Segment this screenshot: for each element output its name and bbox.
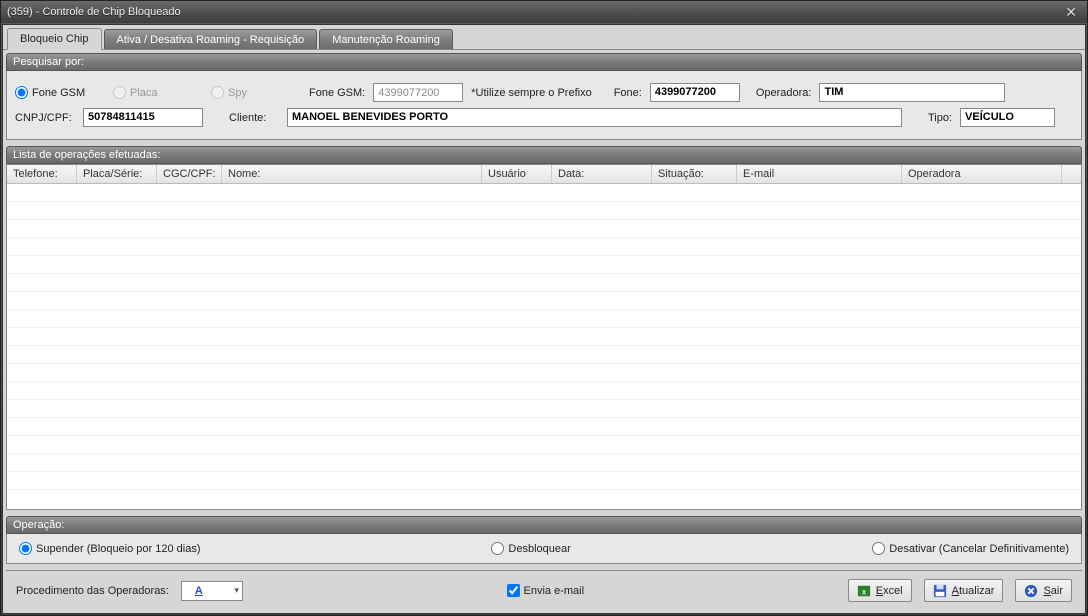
- input-fone-gsm[interactable]: [373, 83, 463, 102]
- excel-icon: X: [857, 584, 871, 598]
- table-body: [7, 184, 1081, 509]
- column-header[interactable]: Situação:: [652, 165, 737, 183]
- table-row: [7, 382, 1081, 400]
- field-tipo: VEÍCULO: [960, 108, 1055, 127]
- table-row: [7, 346, 1081, 364]
- table-row: [7, 328, 1081, 346]
- field-cnpj: 50784811415: [83, 108, 203, 127]
- radio-fone-gsm[interactable]: Fone GSM: [15, 86, 105, 99]
- radio-label: Supender (Bloqueio por 120 dias): [36, 543, 201, 555]
- radio-spy: Spy: [211, 86, 301, 99]
- table-row: [7, 202, 1081, 220]
- sair-button[interactable]: Sair: [1015, 579, 1072, 602]
- operations-table: Telefone:Placa/Série:CGC/CPF:Nome:Usuári…: [6, 164, 1082, 510]
- table-row: [7, 364, 1081, 382]
- dropdown-value: A: [195, 585, 203, 597]
- table-header: Telefone:Placa/Série:CGC/CPF:Nome:Usuári…: [7, 165, 1081, 184]
- label-operadora: Operadora:: [756, 87, 812, 99]
- button-label: Atualizar: [952, 585, 995, 597]
- table-row: [7, 238, 1081, 256]
- column-header[interactable]: Usuário: [482, 165, 552, 183]
- label-cnpj: CNPJ/CPF:: [15, 112, 75, 124]
- table-row: [7, 220, 1081, 238]
- column-header[interactable]: Nome:: [222, 165, 482, 183]
- column-header[interactable]: Telefone:: [7, 165, 77, 183]
- table-row: [7, 256, 1081, 274]
- table-row: [7, 400, 1081, 418]
- field-cliente: MANOEL BENEVIDES PORTO: [287, 108, 902, 127]
- table-row: [7, 274, 1081, 292]
- checkbox-label: Envia e-mail: [524, 585, 585, 597]
- button-label: EExcelxcel: [876, 585, 903, 597]
- search-panel: Fone GSM Placa Spy Fone GSM: *Utilize se…: [6, 71, 1082, 140]
- column-header[interactable]: Operadora: [902, 165, 1062, 183]
- field-fone: 4399077200: [650, 83, 740, 102]
- table-row: [7, 418, 1081, 436]
- operation-panel: Supender (Bloqueio por 120 dias) Desbloq…: [6, 534, 1082, 564]
- radio-label: Desativar (Cancelar Definitivamente): [889, 543, 1069, 555]
- tab-roaming-requisicao[interactable]: Ativa / Desativa Roaming - Requisição: [104, 29, 318, 49]
- window-title: (359) - Controle de Chip Bloqueado: [7, 6, 1061, 18]
- titlebar: (359) - Controle de Chip Bloqueado ✕: [1, 1, 1087, 23]
- radio-suspender[interactable]: Supender (Bloqueio por 120 dias): [19, 542, 201, 555]
- footer: Procedimento das Operadoras: A ▾ Envia e…: [6, 570, 1082, 610]
- radio-label: Placa: [130, 87, 158, 99]
- radio-placa: Placa: [113, 86, 203, 99]
- list-header: Lista de operações efetuadas:: [6, 146, 1082, 164]
- save-icon: [933, 584, 947, 598]
- label-fone-gsm: Fone GSM:: [309, 87, 365, 99]
- table-row: [7, 454, 1081, 472]
- column-header[interactable]: CGC/CPF:: [157, 165, 222, 183]
- tab-manutencao-roaming[interactable]: Manutenção Roaming: [319, 29, 453, 49]
- label-fone: Fone:: [614, 87, 642, 99]
- radio-desbloquear[interactable]: Desbloquear: [491, 542, 581, 555]
- label-tipo: Tipo:: [928, 112, 952, 124]
- table-row: [7, 436, 1081, 454]
- excel-button[interactable]: X EExcelxcel: [848, 579, 912, 602]
- exit-icon: [1024, 584, 1038, 598]
- label-prefix-hint: *Utilize sempre o Prefixo: [471, 87, 591, 99]
- checkbox-envia-email[interactable]: Envia e-mail: [507, 584, 585, 597]
- dropdown-procedimento[interactable]: A ▾: [181, 581, 243, 601]
- search-header: Pesquisar por:: [6, 53, 1082, 71]
- label-cliente: Cliente:: [229, 112, 279, 124]
- table-row: [7, 184, 1081, 202]
- radio-label: Spy: [228, 87, 247, 99]
- radio-label: Desbloquear: [508, 543, 570, 555]
- operation-header: Operação:: [6, 516, 1082, 534]
- table-row: [7, 310, 1081, 328]
- column-header[interactable]: E-mail: [737, 165, 902, 183]
- column-header[interactable]: Placa/Série:: [77, 165, 157, 183]
- field-operadora: TIM: [819, 83, 1005, 102]
- tabs: Bloqueio Chip Ativa / Desativa Roaming -…: [3, 25, 1085, 49]
- radio-label: Fone GSM: [32, 87, 85, 99]
- chevron-down-icon: ▾: [234, 585, 239, 596]
- label-procedimento: Procedimento das Operadoras:: [16, 585, 169, 597]
- atualizar-button[interactable]: Atualizar: [924, 579, 1004, 602]
- radio-desativar[interactable]: Desativar (Cancelar Definitivamente): [872, 542, 1069, 555]
- button-label: Sair: [1043, 585, 1063, 597]
- table-row: [7, 472, 1081, 490]
- tab-bloqueio-chip[interactable]: Bloqueio Chip: [7, 28, 102, 50]
- column-header[interactable]: Data:: [552, 165, 652, 183]
- close-icon[interactable]: ✕: [1061, 4, 1081, 21]
- table-row: [7, 292, 1081, 310]
